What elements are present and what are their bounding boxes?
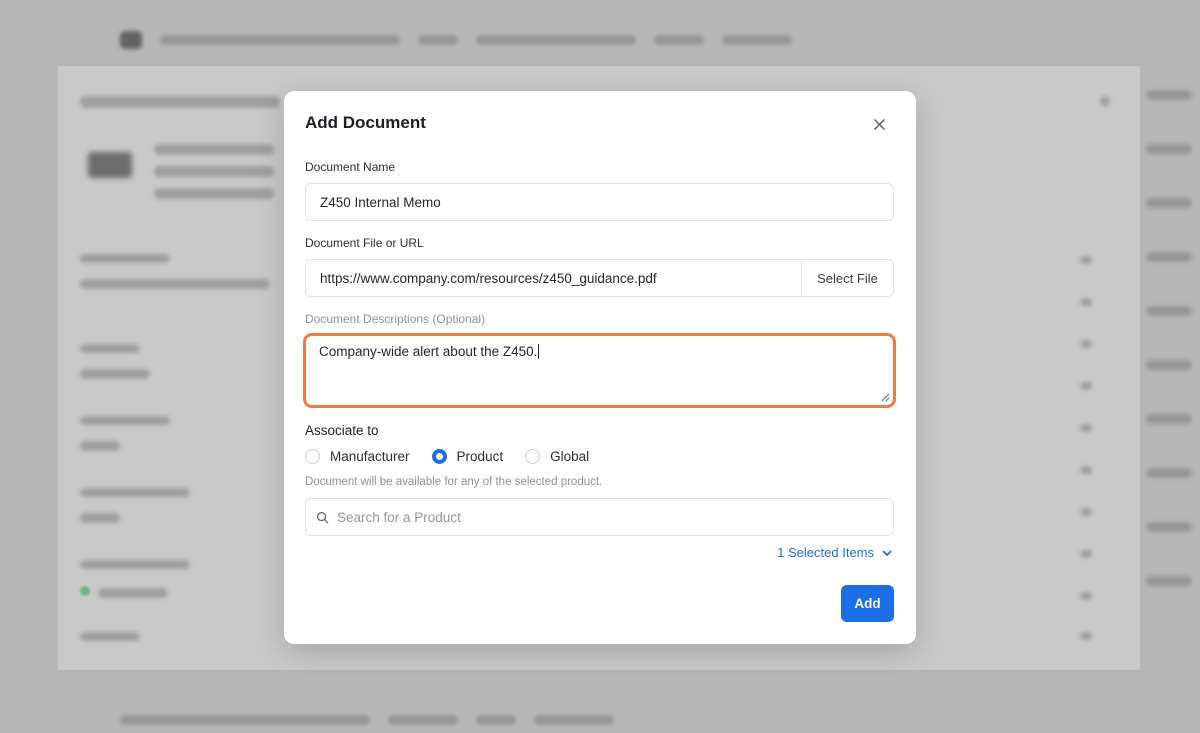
product-search-input[interactable]: Search for a Product: [305, 498, 894, 536]
chevron-down-icon: [882, 550, 892, 556]
background-text: [120, 715, 370, 725]
background-right-column: [1140, 60, 1200, 733]
background-text: [1080, 256, 1092, 264]
background-text: [80, 441, 120, 451]
background-text: [80, 560, 190, 569]
background-text: [160, 35, 400, 45]
background-text: [418, 35, 458, 45]
background-text: [1080, 550, 1092, 558]
background-text: [1146, 198, 1192, 208]
description-label: Document Descriptions (Optional): [305, 312, 486, 326]
background-text: [1080, 508, 1092, 516]
document-url-field: https://www.company.com/resources/z450_g…: [305, 259, 894, 297]
background-text: [1146, 306, 1192, 316]
background-text: [80, 344, 140, 353]
document-url-value: https://www.company.com/resources/z450_g…: [320, 270, 657, 286]
search-icon: [316, 511, 329, 523]
background-top-row: [0, 26, 1200, 54]
background-text: [534, 715, 614, 725]
close-icon: [873, 118, 885, 130]
document-name-value: Z450 Internal Memo: [320, 194, 441, 210]
radio-label-global: Global: [550, 449, 590, 464]
radio-label-product: Product: [456, 449, 504, 464]
background-text: [80, 254, 170, 263]
background-text: [476, 715, 516, 725]
select-file-button[interactable]: Select File: [801, 260, 893, 296]
close-button[interactable]: [869, 114, 889, 134]
background-field: [80, 254, 270, 289]
background-text: [80, 369, 150, 379]
background-text: [1080, 466, 1092, 474]
background-text: [654, 35, 704, 45]
background-text: [1146, 414, 1192, 424]
background-field: [80, 488, 190, 523]
background-text: [80, 416, 170, 425]
background-text: [1146, 576, 1192, 586]
radio-label-manufacturer: Manufacturer: [330, 449, 410, 464]
radio-circle-manufacturer[interactable]: [305, 449, 320, 464]
document-name-label: Document Name: [305, 160, 396, 174]
background-text: [80, 513, 120, 523]
add-button[interactable]: Add: [841, 585, 894, 622]
associate-to-label: Associate to: [305, 423, 379, 438]
background-text: [80, 632, 140, 641]
background-field: [80, 632, 140, 657]
background-text: [1080, 424, 1092, 432]
associate-radio-group: Manufacturer Product Global: [305, 449, 611, 464]
radio-manufacturer[interactable]: Manufacturer: [305, 449, 410, 464]
search-placeholder: Search for a Product: [337, 509, 461, 525]
background-text: [1146, 468, 1192, 478]
background-text: [1080, 382, 1092, 390]
text-caret: [538, 344, 540, 359]
background-text: [1146, 90, 1192, 100]
radio-circle-global[interactable]: [525, 449, 541, 464]
background-text: [1146, 360, 1192, 370]
description-textarea[interactable]: Company-wide alert about the Z450.: [303, 333, 896, 408]
background-text: [1146, 144, 1192, 154]
background-product-image: [88, 152, 132, 178]
radio-product[interactable]: Product: [431, 449, 504, 464]
background-text: [1146, 522, 1192, 532]
background-bottom-row: [0, 706, 1200, 733]
background-text: [1080, 298, 1092, 306]
background-panel-title: [80, 96, 280, 108]
document-name-input[interactable]: Z450 Internal Memo: [305, 183, 894, 221]
background-close-icon: [1100, 96, 1110, 106]
background-field: [80, 416, 170, 451]
selected-items-label: 1 Selected Items: [777, 545, 874, 560]
selected-items-toggle[interactable]: 1 Selected Items: [777, 545, 892, 560]
document-file-label: Document File or URL: [305, 236, 424, 250]
background-text: [476, 35, 636, 45]
background-text: [80, 488, 190, 497]
background-text: [154, 166, 274, 177]
document-url-input[interactable]: https://www.company.com/resources/z450_g…: [306, 260, 801, 296]
background-text: [722, 35, 792, 45]
background-field: [80, 344, 150, 379]
add-document-dialog: Add Document Document Name Z450 Internal…: [284, 91, 916, 644]
radio-global[interactable]: Global: [525, 449, 589, 464]
background-text: [388, 715, 458, 725]
background-text: [154, 188, 274, 199]
dialog-title: Add Document: [305, 113, 426, 132]
background-text: [1080, 632, 1092, 640]
description-value: Company-wide alert about the Z450.: [319, 344, 538, 359]
background-text: [1080, 340, 1092, 348]
background-text: [80, 279, 270, 289]
background-status-dot: [80, 586, 90, 596]
background-text: [1080, 592, 1092, 600]
background-field: [80, 560, 190, 585]
background-text: [1146, 252, 1192, 262]
radio-circle-product-selected[interactable]: [431, 449, 447, 464]
associate-hint: Document will be available for any of th…: [305, 476, 603, 488]
background-text: [98, 588, 168, 598]
resize-grip-icon[interactable]: [881, 393, 890, 402]
background-avatar: [120, 31, 142, 49]
background-text: [154, 144, 274, 155]
